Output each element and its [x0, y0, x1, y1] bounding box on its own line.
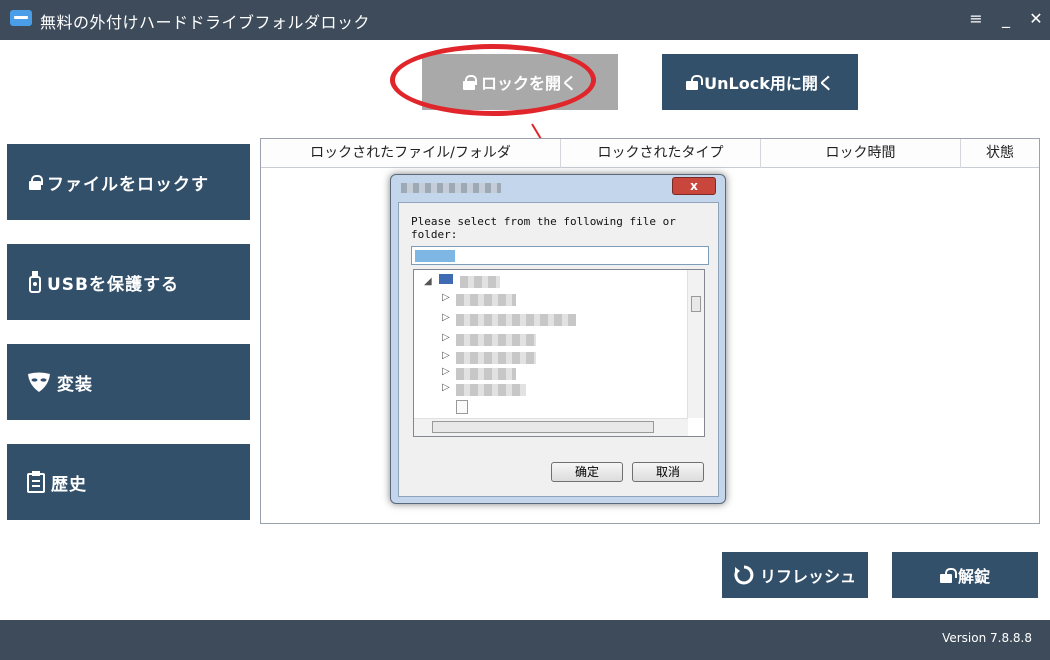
version-label: Version 7.8.8.8 — [942, 631, 1032, 645]
blurred-label — [460, 276, 500, 288]
sidebar-item-label: ファイルをロックす — [47, 174, 209, 195]
collapsed-arrow-icon: ▷ — [442, 382, 450, 393]
tree-node[interactable]: ▷ — [442, 312, 576, 328]
unlock-label: 解錠 — [957, 567, 990, 586]
tree-node[interactable]: ▷ — [442, 382, 526, 398]
collapsed-arrow-icon: ▷ — [442, 332, 450, 343]
lock-icon — [462, 74, 477, 90]
column-header-lock-time[interactable]: ロック時間 — [761, 139, 961, 168]
open-lock-label: ロックを開く — [480, 74, 577, 93]
collapsed-arrow-icon: ▷ — [442, 292, 450, 303]
sidebar-item-protect-usb[interactable]: USBを保護する — [7, 244, 250, 320]
mask-icon — [28, 372, 50, 392]
blurred-label — [456, 294, 516, 306]
path-input[interactable] — [411, 246, 709, 265]
menu-icon[interactable]: ≡ — [966, 8, 986, 30]
refresh-button[interactable]: リフレッシュ — [722, 552, 868, 598]
blurred-label — [456, 384, 526, 396]
minimize-button[interactable]: _ — [996, 8, 1016, 30]
dialog-close-button[interactable]: x — [672, 177, 716, 195]
path-input-selection — [415, 250, 455, 262]
status-bar: Version 7.8.8.8 — [0, 620, 1050, 660]
open-unlock-button[interactable]: UnLock用に開く — [662, 54, 858, 110]
sidebar-item-label: USBを保護する — [47, 274, 180, 295]
collapsed-arrow-icon: ▷ — [442, 366, 450, 377]
sidebar-item-label: 歴史 — [51, 474, 87, 495]
unlock-button[interactable]: 解錠 — [892, 552, 1038, 598]
window-title: 無料の外付けハードドライブフォルダロック — [40, 13, 371, 32]
tree-node[interactable]: ▷ — [442, 366, 516, 382]
tree-node[interactable]: ▷ — [442, 292, 516, 308]
blurred-label — [456, 352, 536, 364]
refresh-icon — [734, 565, 754, 585]
collapsed-arrow-icon: ▷ — [442, 350, 450, 361]
clipboard-icon — [27, 471, 45, 493]
dialog-title-blurred — [401, 183, 501, 193]
scroll-thumb[interactable] — [432, 421, 654, 433]
file-icon — [456, 400, 468, 414]
close-button[interactable]: ✕ — [1026, 8, 1046, 30]
sidebar-item-lock-file[interactable]: ファイルをロックす — [7, 144, 250, 220]
collapsed-arrow-icon: ▷ — [442, 312, 450, 323]
folder-select-dialog: x Please select from the following file … — [390, 174, 726, 504]
lock-icon — [29, 174, 43, 190]
tree-node[interactable] — [456, 400, 468, 416]
computer-icon — [438, 274, 453, 284]
open-lock-button[interactable]: ロックを開く — [422, 54, 618, 110]
dialog-body: Please select from the following file or… — [398, 202, 719, 497]
column-header-locked-item[interactable]: ロックされたファイル/フォルダ — [261, 139, 561, 168]
blurred-label — [456, 314, 576, 326]
title-bar: 無料の外付けハードドライブフォルダロック ≡ _ ✕ — [0, 0, 1050, 40]
open-unlock-label: UnLock用に開く — [704, 74, 834, 93]
dialog-cancel-button[interactable]: 取消 — [632, 462, 704, 482]
column-header-status[interactable]: 状態 — [961, 139, 1039, 168]
dialog-message: Please select from the following file or… — [411, 215, 676, 241]
sidebar-item-history[interactable]: 歴史 — [7, 444, 250, 520]
tree-node[interactable]: ▷ — [442, 350, 536, 366]
table-header-row: ロックされたファイル/フォルダ ロックされたタイプ ロック時間 状態 — [261, 139, 1039, 168]
dialog-ok-button[interactable]: 确定 — [551, 462, 623, 482]
tree-node[interactable]: ◢ — [424, 274, 500, 290]
sidebar-item-label: 変装 — [57, 374, 93, 395]
blurred-label — [456, 368, 516, 380]
sidebar-item-disguise[interactable]: 変装 — [7, 344, 250, 420]
scroll-thumb[interactable] — [691, 296, 701, 312]
tree-horizontal-scrollbar[interactable] — [414, 418, 688, 436]
unlock-icon — [939, 567, 957, 583]
tree-vertical-scrollbar[interactable] — [687, 270, 704, 418]
expanded-arrow-icon: ◢ — [424, 276, 432, 287]
column-header-lock-type[interactable]: ロックされたタイプ — [561, 139, 761, 168]
blurred-label — [456, 334, 536, 346]
refresh-label: リフレッシュ — [759, 567, 856, 586]
tree-node[interactable]: ▷ — [442, 332, 536, 348]
app-logo-icon — [10, 10, 32, 26]
folder-tree[interactable]: ◢ ▷ ▷ ▷ ▷ ▷ ▷ — [413, 269, 705, 437]
usb-icon — [29, 271, 41, 293]
unlock-icon — [686, 74, 704, 90]
